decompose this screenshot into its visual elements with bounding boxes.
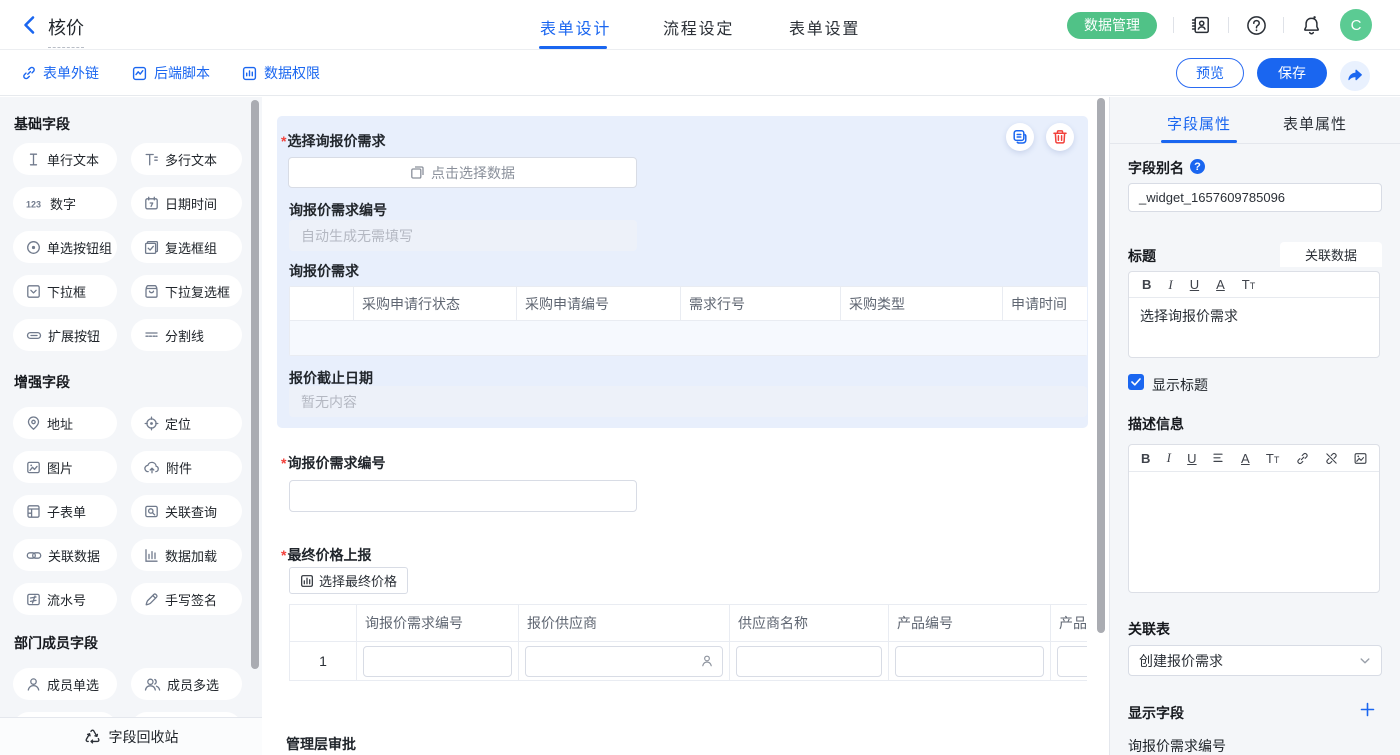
svg-text:123: 123: [26, 199, 41, 209]
